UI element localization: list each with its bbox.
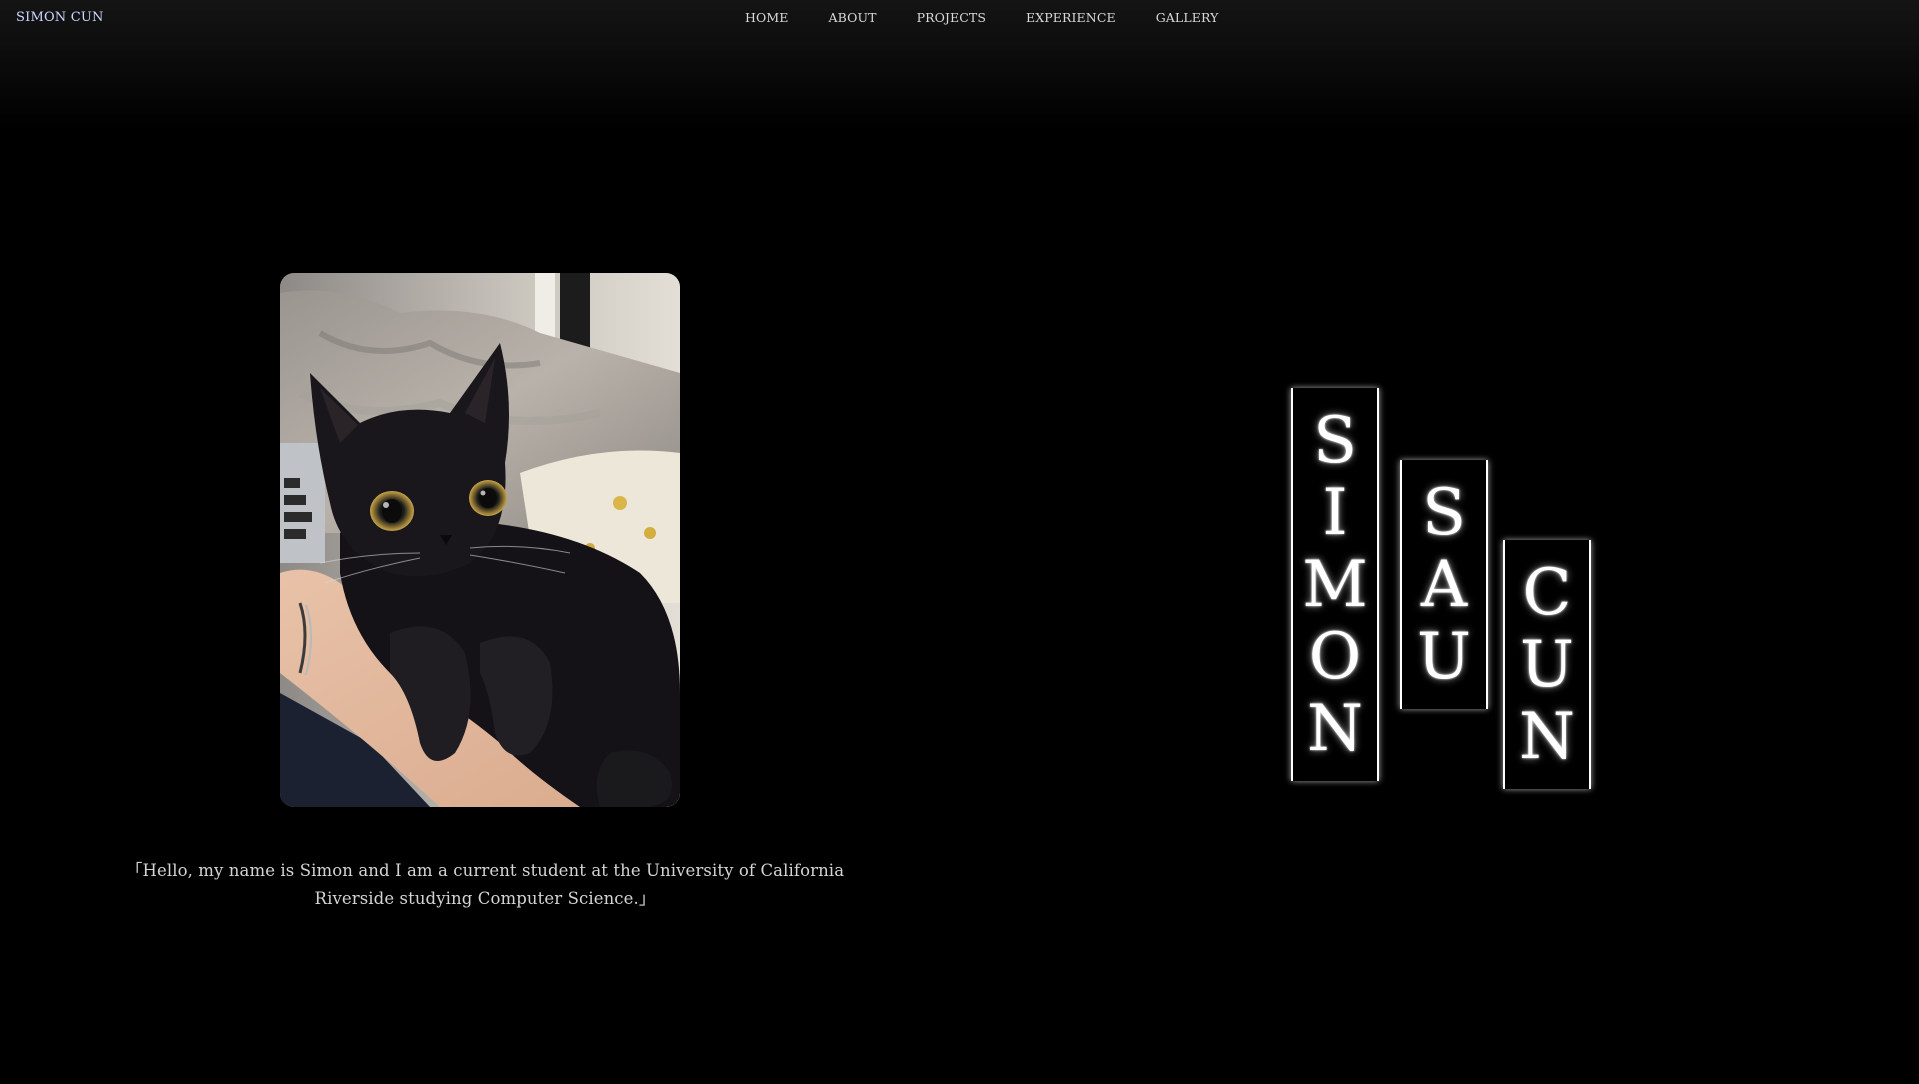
page: SIMON CUN HOME ABOUT PROJECTS EXPERIENCE…: [0, 0, 1919, 1084]
name-column-first: S I M O N: [1291, 388, 1379, 781]
profile-cat-photo: [280, 273, 680, 807]
nav-gallery-link[interactable]: GALLERY: [1156, 10, 1219, 25]
name-column-middle: S A U: [1400, 460, 1488, 709]
intro-text: 「Hello, my name is Simon and I am a curr…: [125, 860, 845, 908]
name-letter: M: [1302, 547, 1368, 622]
nav-projects-link[interactable]: PROJECTS: [917, 10, 986, 25]
name-letter: A: [1420, 547, 1468, 622]
name-letter: U: [1417, 619, 1471, 694]
name-letter: I: [1322, 475, 1348, 550]
top-navigation-bar: SIMON CUN HOME ABOUT PROJECTS EXPERIENCE…: [0, 0, 1919, 130]
nav-about-link[interactable]: ABOUT: [828, 10, 876, 25]
name-letter: N: [1519, 699, 1575, 774]
name-letter: N: [1307, 691, 1363, 766]
name-letter: O: [1308, 619, 1362, 694]
name-letter: S: [1422, 475, 1466, 550]
name-letter: U: [1520, 627, 1574, 702]
name-letter: S: [1313, 403, 1357, 478]
name-letter: C: [1522, 555, 1572, 630]
main-nav: HOME ABOUT PROJECTS EXPERIENCE GALLERY: [745, 10, 1218, 25]
nav-experience-link[interactable]: EXPERIENCE: [1026, 10, 1116, 25]
nav-home-link[interactable]: HOME: [745, 10, 788, 25]
brand-logo-link[interactable]: SIMON CUN: [16, 10, 104, 25]
name-column-last: C U N: [1503, 540, 1591, 789]
